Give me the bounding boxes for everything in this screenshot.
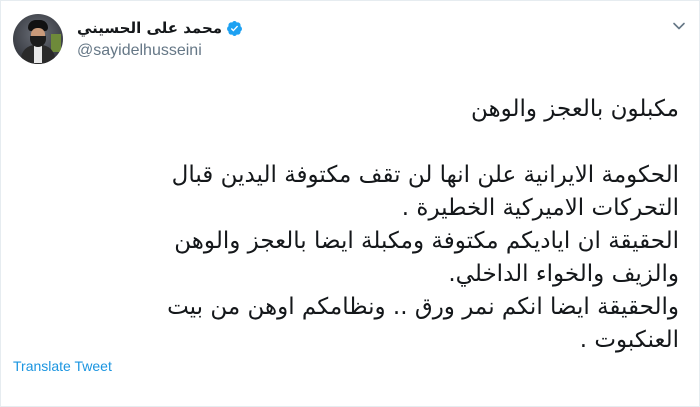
- tweet-line: التحركات الاميركية الخطيرة .: [401, 195, 679, 221]
- avatar-collar: [34, 45, 42, 63]
- avatar-flag: [51, 34, 61, 52]
- tweet-line: والزيف والخواء الداخلي.: [448, 261, 679, 287]
- tweet-text: مكبلون بالعجز والوهن الحكومة الايرانية ع…: [101, 93, 679, 357]
- author-name-row: محمد على الحسيني: [77, 18, 243, 38]
- translate-tweet-link[interactable]: Translate Tweet: [13, 358, 112, 374]
- verified-badge-icon: [227, 20, 243, 36]
- author-display-name[interactable]: محمد على الحسيني: [77, 19, 222, 37]
- avatar[interactable]: [13, 14, 63, 64]
- tweet-line: مكبلون بالعجز والوهن: [470, 96, 679, 122]
- tweet-line: العنكبوت .: [579, 327, 679, 353]
- tweet-line: الحقيقة ان اياديكم مكتوفة ومكبلة ايضا با…: [174, 228, 679, 254]
- tweet-line: الحكومة الايرانية علن انها لن تقف مكتوفة…: [171, 162, 679, 188]
- chevron-down-icon[interactable]: [672, 19, 686, 33]
- tweet-line: والحقيقة ايضا انكم نمر ورق .. ونظامكم او…: [167, 294, 679, 320]
- author-handle[interactable]: @sayidelhusseini: [77, 42, 202, 60]
- tweet-card: محمد على الحسيني @sayidelhusseini مكبلون…: [0, 0, 700, 407]
